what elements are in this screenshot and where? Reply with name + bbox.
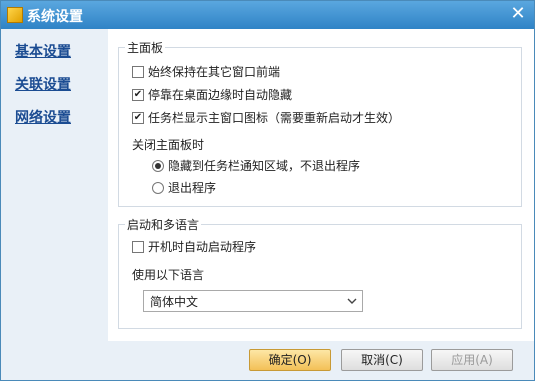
settings-content: 主面板 始终保持在其它窗口前端 ✔ 停靠在桌面边缘时自动隐藏 ✔ 任务栏显示主窗… <box>108 29 534 341</box>
language-label: 使用以下语言 <box>132 268 205 282</box>
cancel-button[interactable]: 取消(C) <box>341 349 423 371</box>
option-label: 任务栏显示主窗口图标（需要重新启动才生效） <box>148 111 401 125</box>
title-bar: 系统设置 ✕ <box>1 1 534 29</box>
option-label: 开机时自动启动程序 <box>148 240 257 254</box>
option-label: 始终保持在其它窗口前端 <box>148 65 281 79</box>
option-autostart[interactable]: 开机时自动启动程序 <box>132 238 256 255</box>
close-icon: ✕ <box>510 3 526 24</box>
radio-hide-to-tray[interactable]: 隐藏到任务栏通知区域，不退出程序 <box>152 157 360 174</box>
always-on-top-checkbox[interactable] <box>132 65 144 78</box>
close-behavior-label: 关闭主面板时 <box>132 138 205 152</box>
option-label: 停靠在桌面边缘时自动隐藏 <box>148 88 293 102</box>
radio-label: 退出程序 <box>168 181 217 195</box>
autostart-checkbox[interactable] <box>132 240 144 253</box>
settings-sidebar: 基本设置 关联设置 网络设置 <box>1 29 108 341</box>
ok-button[interactable]: 确定(O) <box>249 349 331 371</box>
sidebar-item-network[interactable]: 网络设置 <box>15 107 71 127</box>
close-button[interactable]: ✕ <box>506 3 530 25</box>
radio-label: 隐藏到任务栏通知区域，不退出程序 <box>168 159 361 173</box>
settings-window: 系统设置 ✕ 基本设置 关联设置 网络设置 主面板 始终保持在其它窗口前端 ✔ … <box>0 0 535 381</box>
option-taskbar-icon[interactable]: ✔ 任务栏显示主窗口图标（需要重新启动才生效） <box>132 109 400 126</box>
taskbar-icon-checkbox[interactable]: ✔ <box>132 111 144 124</box>
chevron-down-icon <box>347 298 357 304</box>
radio-exit-program[interactable]: 退出程序 <box>152 179 216 196</box>
startup-title: 启动和多语言 <box>125 216 202 233</box>
option-auto-hide[interactable]: ✔ 停靠在桌面边缘时自动隐藏 <box>132 86 292 103</box>
sidebar-item-association[interactable]: 关联设置 <box>15 74 71 94</box>
sidebar-item-basic[interactable]: 基本设置 <box>15 41 71 61</box>
exit-program-radio[interactable] <box>152 181 164 194</box>
app-icon <box>7 7 23 23</box>
language-value: 简体中文 <box>150 294 199 309</box>
apply-button[interactable]: 应用(A) <box>431 349 513 371</box>
option-always-on-top[interactable]: 始终保持在其它窗口前端 <box>132 63 280 80</box>
window-title: 系统设置 <box>27 9 83 25</box>
auto-hide-checkbox[interactable]: ✔ <box>132 88 144 101</box>
dialog-footer: 确定(O) 取消(C) 应用(A) <box>1 341 534 380</box>
hide-to-tray-radio[interactable] <box>152 159 164 172</box>
main-panel-title: 主面板 <box>125 39 166 56</box>
language-select[interactable]: 简体中文 <box>143 290 363 312</box>
